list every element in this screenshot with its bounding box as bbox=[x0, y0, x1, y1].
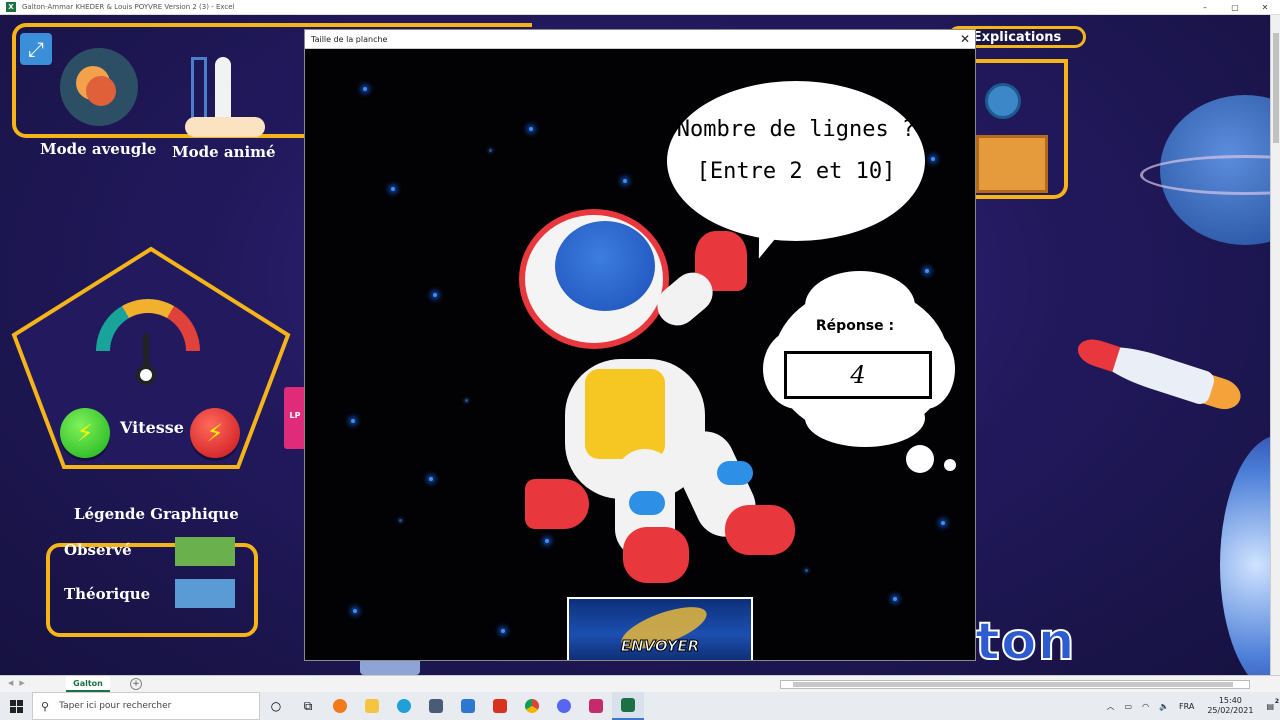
tray-chevron-icon[interactable]: ︿ bbox=[1107, 701, 1115, 712]
sheet-tab-bar: ◀▶ Galton + bbox=[0, 675, 1280, 692]
speed-decrease-bolt-icon[interactable]: ⚡ bbox=[190, 408, 240, 458]
dialog-title-bar: Taille de la planche ✕ bbox=[305, 30, 975, 49]
add-sheet-icon[interactable]: + bbox=[130, 678, 142, 690]
star bbox=[489, 149, 492, 152]
search-placeholder: Taper ici pour rechercher bbox=[59, 701, 172, 711]
task-view-icon[interactable]: ⧉ bbox=[292, 692, 324, 720]
star bbox=[363, 87, 367, 91]
star bbox=[429, 477, 433, 481]
rocket-illustration bbox=[1071, 322, 1245, 419]
side-badge: LP bbox=[284, 387, 306, 449]
close-window-button[interactable]: ✕ bbox=[1250, 3, 1280, 12]
mode-animated-label: Mode animé bbox=[172, 143, 276, 161]
reply-label: Réponse : bbox=[815, 318, 895, 334]
notification-count: 2 bbox=[1274, 697, 1279, 705]
legend-observed-label: Observé bbox=[64, 541, 132, 559]
store-icon[interactable] bbox=[420, 692, 452, 720]
question-line-2: [Entre 2 et 10] bbox=[696, 159, 896, 184]
discord-icon[interactable] bbox=[548, 692, 580, 720]
board-size-dialog: Taille de la planche ✕ Nombre de lignes … bbox=[304, 29, 976, 661]
thought-dot bbox=[944, 459, 956, 471]
speech-bubble-tail bbox=[750, 196, 806, 264]
send-button-label: ENVOYER bbox=[620, 637, 700, 656]
windows-taskbar: ⚲ Taper ici pour rechercher ○ ⧉ ︿ ▭ ◠ 🔈 … bbox=[0, 692, 1280, 720]
file-explorer-icon[interactable] bbox=[356, 692, 388, 720]
mode-blind-label: Mode aveugle bbox=[40, 140, 157, 158]
star bbox=[391, 187, 395, 191]
legend-observed-swatch bbox=[175, 537, 235, 566]
star bbox=[529, 127, 533, 131]
star bbox=[353, 609, 357, 613]
meteor-icon[interactable] bbox=[60, 48, 138, 126]
planet-edge-illustration bbox=[1220, 435, 1270, 675]
star bbox=[399, 519, 402, 522]
star bbox=[623, 179, 627, 183]
search-icon: ⚲ bbox=[41, 699, 50, 713]
cortana-icon[interactable]: ○ bbox=[260, 692, 292, 720]
horizontal-scrollbar[interactable] bbox=[780, 680, 1250, 689]
star bbox=[931, 157, 935, 161]
dialog-title: Taille de la planche bbox=[311, 34, 388, 44]
star bbox=[351, 419, 355, 423]
legend-title: Légende Graphique bbox=[74, 505, 239, 523]
reply-input[interactable]: 4 bbox=[784, 351, 932, 399]
minimize-button[interactable]: – bbox=[1190, 3, 1220, 12]
question-line-1: Nombre de lignes ? bbox=[676, 117, 916, 142]
network-icon[interactable]: ◠ bbox=[1142, 702, 1149, 711]
dialog-close-icon[interactable]: ✕ bbox=[955, 32, 975, 46]
space-background: Nombre de lignes ? [Entre 2 et 10] Répon… bbox=[305, 49, 975, 660]
star bbox=[465, 399, 468, 402]
thought-dot bbox=[906, 445, 934, 473]
edge-icon[interactable] bbox=[388, 692, 420, 720]
notification-center-icon[interactable]: ▤ 2 bbox=[1266, 698, 1279, 711]
chrome-icon[interactable] bbox=[516, 692, 548, 720]
star bbox=[941, 521, 945, 525]
star bbox=[925, 269, 929, 273]
pdf-reader-icon[interactable] bbox=[484, 692, 516, 720]
window-title: Galton-Ammar KHEDER & Louis POYVRE Versi… bbox=[22, 3, 235, 11]
clock-time: 15:40 bbox=[1218, 696, 1242, 705]
star bbox=[893, 597, 897, 601]
legend-theoretical-label: Théorique bbox=[64, 585, 151, 603]
library-cabinet-icon[interactable] bbox=[976, 135, 1048, 193]
expand-icon[interactable]: ⤢ bbox=[20, 33, 52, 65]
sheet-tab-galton[interactable]: Galton bbox=[66, 676, 110, 692]
screen: X Galton-Ammar KHEDER & Louis POYVRE Ver… bbox=[0, 0, 1280, 720]
speed-label: Vitesse bbox=[120, 418, 184, 437]
astronaut-illustration bbox=[505, 209, 805, 609]
rocket-launch-icon[interactable] bbox=[185, 57, 265, 137]
clock-date: 25/02/2021 bbox=[1207, 706, 1254, 715]
sheet-nav-arrows-icon[interactable]: ◀▶ bbox=[8, 679, 31, 687]
excel-taskbar-icon[interactable] bbox=[612, 692, 644, 720]
legend-theoretical-swatch bbox=[175, 579, 235, 608]
excel-title-bar: X Galton-Ammar KHEDER & Louis POYVRE Ver… bbox=[0, 0, 1280, 15]
speed-increase-bolt-icon[interactable]: ⚡ bbox=[60, 408, 110, 458]
question-text: Nombre de lignes ? [Entre 2 et 10] bbox=[667, 109, 925, 193]
star bbox=[805, 569, 808, 572]
battery-icon[interactable]: ▭ bbox=[1125, 702, 1133, 711]
volume-icon[interactable]: 🔈 bbox=[1159, 702, 1169, 711]
firefox-icon[interactable] bbox=[324, 692, 356, 720]
star bbox=[433, 293, 437, 297]
restore-button[interactable]: ▢ bbox=[1220, 3, 1250, 12]
app-icon[interactable] bbox=[580, 692, 612, 720]
gauge-hub bbox=[136, 365, 156, 385]
vertical-scrollbar[interactable] bbox=[1270, 15, 1280, 675]
excel-app-icon: X bbox=[6, 2, 16, 12]
star bbox=[501, 629, 505, 633]
taskbar-search[interactable]: ⚲ Taper ici pour rechercher bbox=[32, 692, 260, 720]
mail-icon[interactable] bbox=[452, 692, 484, 720]
galton-title-fragment: ton bbox=[974, 611, 1076, 673]
start-button[interactable] bbox=[0, 692, 32, 720]
explications-label: Explications bbox=[972, 29, 1062, 45]
send-button[interactable]: ENVOYER bbox=[567, 597, 753, 660]
clock[interactable]: 15:40 25/02/2021 bbox=[1207, 696, 1253, 716]
language-indicator[interactable]: FRA bbox=[1179, 702, 1194, 711]
globe-icon[interactable] bbox=[985, 83, 1021, 119]
system-tray: ︿ ▭ ◠ 🔈 FRA 15:40 25/02/2021 ▤ 2 bbox=[1102, 692, 1280, 720]
